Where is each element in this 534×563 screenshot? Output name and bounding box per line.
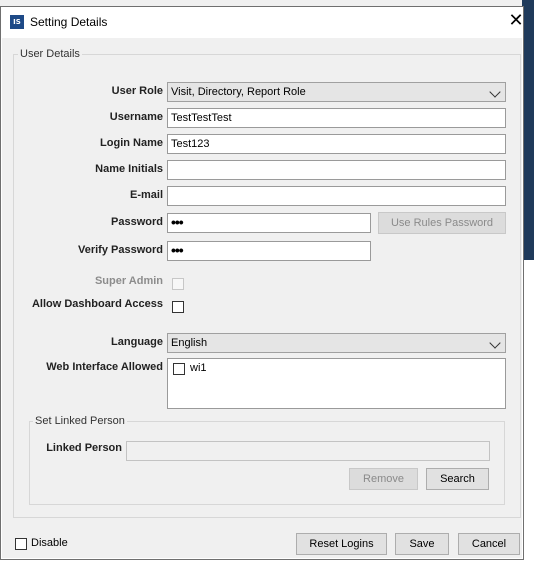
linked-person-group-title: Set Linked Person <box>33 415 127 427</box>
username-label: Username <box>109 111 163 123</box>
dialog-body: User Details User Role Visit, Directory,… <box>2 38 522 558</box>
allow-dashboard-checkbox[interactable] <box>172 301 184 313</box>
user-details-group-title: User Details <box>18 48 82 60</box>
app-icon: IS <box>10 15 24 29</box>
title-bar: IS Setting Details ✕ <box>1 7 525 37</box>
remove-button[interactable]: Remove <box>349 468 418 490</box>
language-value: English <box>171 337 208 349</box>
super-admin-label: Super Admin <box>94 275 163 287</box>
search-button[interactable]: Search <box>426 468 489 490</box>
reset-logins-button[interactable]: Reset Logins <box>296 533 387 555</box>
user-role-label: User Role <box>111 85 163 97</box>
setting-details-dialog: IS Setting Details ✕ User Details User R… <box>0 6 524 560</box>
password-field[interactable]: ••• <box>167 213 371 233</box>
email-field[interactable] <box>167 186 506 206</box>
password-label: Password <box>111 216 163 228</box>
name-initials-label: Name Initials <box>95 163 163 175</box>
user-role-select[interactable]: Visit, Directory, Report Role <box>167 82 506 102</box>
user-role-value: Visit, Directory, Report Role <box>171 86 306 98</box>
disable-label: Disable <box>31 537 68 549</box>
language-label: Language <box>111 336 163 348</box>
linked-person-label: Linked Person <box>46 442 122 454</box>
web-interface-list <box>167 358 506 409</box>
allow-dashboard-label: Allow Dashboard Access <box>31 298 163 310</box>
disable-checkbox[interactable] <box>15 538 27 550</box>
window-title: Setting Details <box>30 15 108 29</box>
username-field[interactable]: TestTestTest <box>167 108 506 128</box>
web-interface-item-label: wi1 <box>190 362 207 374</box>
save-button[interactable]: Save <box>395 533 449 555</box>
close-icon[interactable]: ✕ <box>507 11 525 31</box>
chevron-down-icon <box>489 337 501 349</box>
cancel-button[interactable]: Cancel <box>458 533 520 555</box>
linked-person-group <box>29 421 505 505</box>
login-name-label: Login Name <box>100 137 163 149</box>
chevron-down-icon <box>489 86 501 98</box>
name-initials-field[interactable] <box>167 160 506 180</box>
email-label: E-mail <box>129 189 163 201</box>
web-interface-label: Web Interface Allowed <box>46 361 163 373</box>
login-name-field[interactable]: Test123 <box>167 134 506 154</box>
verify-password-field[interactable]: ••• <box>167 241 371 261</box>
use-rules-password-button[interactable]: Use Rules Password <box>378 212 506 234</box>
language-select[interactable]: English <box>167 333 506 353</box>
verify-password-label: Verify Password <box>78 244 163 256</box>
web-interface-item-checkbox[interactable] <box>173 363 185 375</box>
linked-person-field[interactable] <box>126 441 490 461</box>
super-admin-checkbox[interactable] <box>172 278 184 290</box>
